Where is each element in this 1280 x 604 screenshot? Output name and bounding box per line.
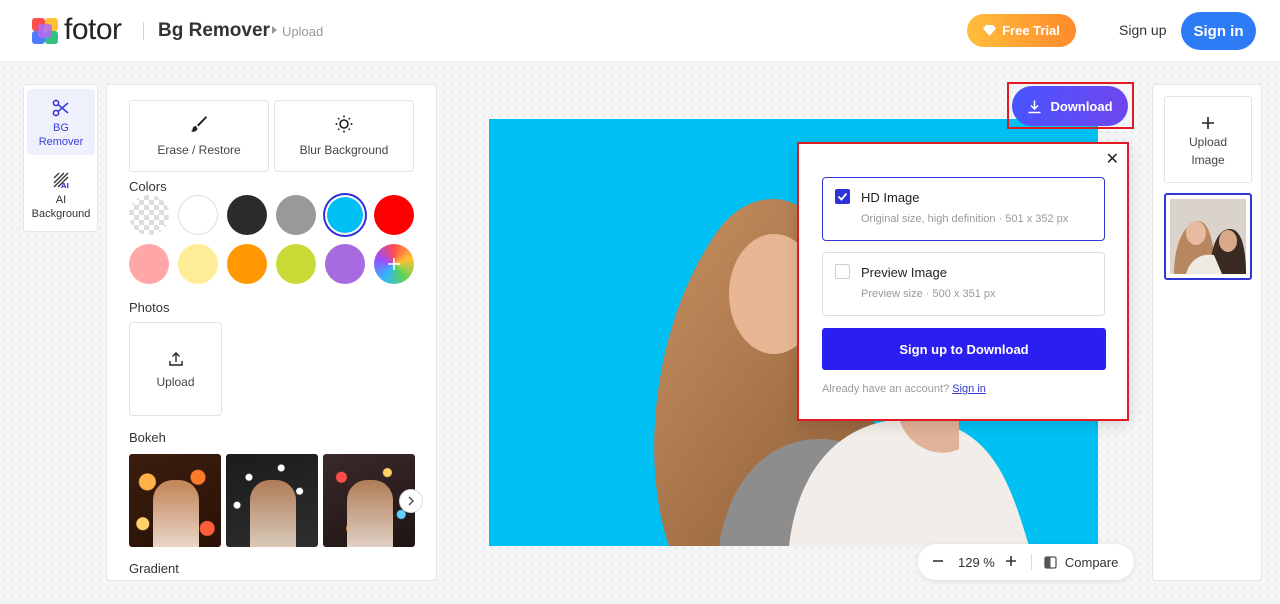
top-header: fotor Bg Remover Upload Free Trial Sign … [0, 0, 1280, 62]
fotor-logo-icon[interactable] [32, 18, 58, 44]
ai-background-icon: AI [53, 172, 69, 189]
zoom-divider [1030, 554, 1032, 570]
compare-icon [1044, 555, 1057, 569]
hd-image-option[interactable]: HD Image Original size, high definition … [822, 177, 1105, 241]
thumbnail-photo [1170, 199, 1246, 274]
breadcrumb-caret-icon [272, 26, 277, 34]
rail-label-line1: BG [53, 122, 69, 134]
rail-label-line2: Background [31, 208, 91, 220]
rail-item-bg-remover[interactable]: BG Remover [27, 89, 95, 155]
upload-image-label-1: Upload [1188, 135, 1228, 149]
tool-label: Blur Background [299, 143, 389, 157]
background-options-panel: Erase / Restore Blur Background Colors P… [106, 84, 437, 581]
bokeh-thumbnail-hearts[interactable] [226, 454, 318, 547]
swatch-black[interactable] [227, 195, 267, 235]
popup-sign-in-link[interactable]: Sign in [952, 383, 986, 395]
upload-photo-card[interactable]: Upload [129, 322, 222, 416]
hd-checkbox[interactable] [835, 189, 850, 204]
upload-image-card[interactable]: Upload Image [1164, 96, 1252, 183]
preview-checkbox[interactable] [835, 264, 850, 279]
sign-up-to-download-button[interactable]: Sign up to Download [822, 328, 1106, 370]
subject-silhouette [153, 480, 199, 547]
swatch-purple[interactable] [325, 244, 365, 284]
swatch-yellow[interactable] [178, 244, 218, 284]
hd-image-title: HD Image [861, 190, 920, 205]
tool-rail: BG Remover AI AI Background [23, 84, 98, 232]
compare-button[interactable]: Compare [1044, 555, 1118, 570]
tool-label: Erase / Restore [157, 143, 241, 157]
sign-in-button[interactable]: Sign in [1181, 12, 1256, 50]
swatch-orange[interactable] [227, 244, 267, 284]
free-trial-label: Free Trial [1002, 23, 1060, 38]
swatch-red[interactable] [374, 195, 414, 235]
blur-background-tool[interactable]: Blur Background [274, 100, 414, 172]
scissors-icon [52, 99, 69, 117]
plus-icon [1202, 117, 1214, 129]
subject-silhouette [250, 480, 296, 547]
brand-name[interactable]: fotor [64, 13, 122, 47]
bokeh-heading: Bokeh [129, 430, 166, 445]
hd-image-description: Original size, high definition · 501 x 3… [861, 213, 1069, 225]
preview-image-description: Preview size · 500 x 351 px [861, 288, 996, 300]
zoom-out-icon[interactable] [932, 555, 944, 570]
zoom-in-icon[interactable] [1005, 555, 1017, 570]
breadcrumb[interactable]: Upload [282, 24, 323, 39]
swatch-lime[interactable] [276, 244, 316, 284]
svg-text:AI: AI [61, 182, 69, 189]
colors-heading: Colors [129, 179, 167, 194]
download-label: Download [1050, 98, 1113, 114]
brush-icon [191, 116, 207, 132]
sign-up-link[interactable]: Sign up [1119, 22, 1166, 38]
download-button[interactable]: Download [1012, 86, 1128, 126]
compare-label: Compare [1064, 554, 1119, 570]
current-image-thumbnail[interactable] [1164, 193, 1252, 280]
app-title: Bg Remover [158, 20, 270, 41]
swatch-sky-blue-selected[interactable] [327, 197, 363, 233]
download-icon [1028, 100, 1041, 113]
checkmark-icon [837, 192, 848, 201]
rail-item-ai-background[interactable]: AI AI Background [27, 161, 95, 227]
swatch-custom-color[interactable] [374, 244, 414, 284]
plus-icon [388, 258, 400, 270]
upload-icon [168, 352, 183, 366]
erase-restore-tool[interactable]: Erase / Restore [129, 100, 269, 172]
rail-label-line1: AI [55, 194, 67, 206]
close-icon[interactable]: ✕ [1106, 149, 1119, 169]
gradient-heading: Gradient [129, 561, 179, 576]
zoom-level: 129 % [958, 554, 995, 570]
download-options-popup: ✕ HD Image Original size, high definitio… [797, 142, 1129, 421]
upload-image-label-2: Image [1191, 153, 1225, 167]
upload-label: Upload [156, 375, 195, 389]
preview-image-title: Preview Image [861, 265, 947, 280]
free-trial-button[interactable]: Free Trial [967, 14, 1076, 47]
diamond-icon [983, 25, 997, 36]
subject-silhouette [347, 480, 393, 547]
photos-heading: Photos [129, 300, 170, 315]
header-divider [143, 22, 144, 40]
account-prompt: Already have an account? Sign in [822, 383, 986, 395]
account-prompt-text: Already have an account? [822, 383, 950, 395]
zoom-toolbar: 129 % Compare [918, 544, 1134, 580]
swatch-transparent[interactable] [129, 195, 169, 235]
images-panel: Upload Image [1152, 84, 1262, 581]
swatch-gray[interactable] [276, 195, 316, 235]
swatch-pink[interactable] [129, 244, 169, 284]
rail-label-line2: Remover [38, 136, 84, 148]
bokeh-next-button[interactable] [399, 489, 423, 513]
preview-image-option[interactable]: Preview Image Preview size · 500 x 351 p… [822, 252, 1105, 316]
swatch-white[interactable] [178, 195, 218, 235]
chevron-right-icon [408, 496, 415, 506]
blur-icon [335, 115, 353, 133]
bokeh-thumbnail-warm[interactable] [129, 454, 221, 547]
